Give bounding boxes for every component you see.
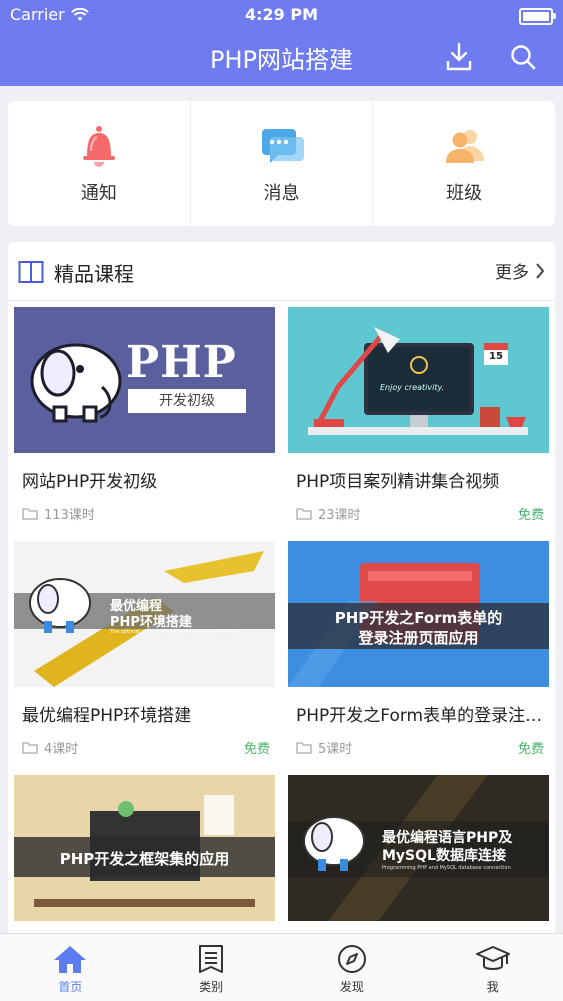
- lesson-count: 4课时: [22, 738, 78, 757]
- course-meta: 113课时: [22, 504, 270, 523]
- thumbnail-line-1: PHP开发之框架集的应用: [59, 850, 230, 868]
- featured-courses-section: 精品课程 更多 PHP 开发初级 网站PHP开发初级 113课时 Enjoy c…: [8, 242, 555, 942]
- more-link[interactable]: 更多: [495, 258, 545, 283]
- free-badge: 免费: [517, 508, 544, 523]
- course-thumbnail: 最优编程语言PHP及 MySQL数据库连接 Programming PHP an…: [288, 775, 549, 921]
- course-card[interactable]: 最优编程 PHP环境搭建 The optimal programming PHP…: [14, 541, 275, 757]
- status-time: 4:29 PM: [244, 5, 318, 24]
- chat-icon: [261, 128, 304, 163]
- thumbnail-subtitle-box: 开发初级: [128, 389, 246, 413]
- quick-item-notification[interactable]: 通知: [8, 101, 190, 226]
- course-meta: 5课时 免费: [296, 738, 544, 757]
- thumbnail-line-1: 最优编程语言PHP及: [382, 830, 513, 846]
- tab-discover[interactable]: 发现: [282, 934, 423, 1001]
- users-icon: [446, 129, 485, 163]
- free-badge: 免费: [243, 742, 270, 757]
- section-header: 精品课程 更多: [8, 242, 555, 301]
- list-icon: [199, 945, 224, 973]
- lesson-count-text: 113课时: [44, 508, 95, 523]
- download-icon: [446, 42, 472, 71]
- lesson-count-text: 23课时: [318, 508, 361, 523]
- course-title: 最优编程PHP环境搭建: [22, 706, 192, 726]
- tab-label: 类别: [199, 980, 224, 994]
- course-title: PHP项目案列精讲集合视频: [296, 472, 500, 492]
- chevron-right-icon: [536, 262, 545, 279]
- folder-icon: [22, 742, 38, 754]
- home-icon: [54, 946, 87, 973]
- search-icon: [511, 45, 536, 70]
- lesson-count: 23课时: [296, 504, 361, 523]
- course-card[interactable]: PHP开发之框架集的应用: [14, 775, 275, 921]
- tab-label: 首页: [58, 980, 83, 994]
- free-badge: 免费: [517, 742, 544, 757]
- course-title: 网站PHP开发初级: [22, 472, 158, 492]
- thumbnail-brand: PHP: [126, 337, 237, 388]
- thumbnail-line-1: PHP开发之Form表单的: [334, 609, 503, 627]
- course-thumbnail: Enjoy creativity. 15: [288, 307, 549, 453]
- quick-label: 通知: [80, 182, 117, 204]
- desk-illustration: [308, 327, 528, 435]
- course-card[interactable]: Enjoy creativity. 15 PHP项目案列精讲集合视频 23课时 …: [288, 307, 549, 523]
- thumbnail-caption: The optimal programming PHP environment …: [110, 629, 238, 635]
- course-card[interactable]: PHP开发之Form表单的 登录注册页面应用 PHP开发之Form表单的登录注册…: [288, 541, 549, 757]
- more-label: 更多: [495, 263, 529, 283]
- course-card[interactable]: PHP 开发初级 网站PHP开发初级 113课时: [14, 307, 275, 523]
- download-button[interactable]: [442, 40, 476, 74]
- page-title: PHP网站搭建: [210, 46, 353, 74]
- lesson-count: 5课时: [296, 738, 352, 757]
- tab-label: 发现: [339, 980, 364, 994]
- thumbnail-line-2: 登录注册页面应用: [358, 629, 479, 647]
- course-title: PHP开发之Form表单的登录注册页面应用: [296, 706, 544, 726]
- quick-label: 班级: [446, 182, 483, 204]
- lesson-count-text: 4课时: [44, 742, 79, 757]
- folder-icon: [296, 508, 312, 520]
- bottom-tab-bar: 首页 类别 发现 我: [0, 933, 563, 1001]
- section-title: 精品课程: [54, 262, 134, 286]
- lesson-count: 113课时: [22, 504, 95, 523]
- app-header: Carrier 4:29 PM PHP网站搭建: [0, 0, 563, 86]
- course-thumbnail: PHP 开发初级: [14, 307, 275, 453]
- course-meta: 4课时 免费: [22, 738, 270, 757]
- course-card[interactable]: 最优编程语言PHP及 MySQL数据库连接 Programming PHP an…: [288, 775, 549, 921]
- quick-label: 消息: [263, 182, 300, 204]
- course-thumbnail: PHP开发之框架集的应用: [14, 775, 275, 921]
- thumbnail-line-2: MySQL数据库连接: [382, 848, 506, 864]
- course-thumbnail: PHP开发之Form表单的 登录注册页面应用: [288, 541, 549, 687]
- quick-actions: 通知 消息 班级: [8, 101, 555, 226]
- tab-me[interactable]: 我: [422, 934, 563, 1001]
- quick-item-class[interactable]: 班级: [372, 101, 555, 226]
- lesson-count-text: 5课时: [318, 742, 353, 757]
- bell-icon: [82, 125, 115, 167]
- folder-icon: [296, 742, 312, 754]
- compass-icon: [337, 945, 366, 973]
- thumbnail-slogan: Enjoy creativity.: [380, 383, 445, 392]
- tab-home[interactable]: 首页: [0, 934, 141, 1001]
- course-thumbnail: 最优编程 PHP环境搭建 The optimal programming PHP…: [14, 541, 275, 687]
- book-icon: [18, 261, 44, 283]
- thumbnail-line-2: PHP环境搭建: [110, 615, 192, 630]
- search-button[interactable]: [506, 40, 540, 74]
- battery-icon: [519, 8, 556, 25]
- course-meta: 23课时 免费: [296, 504, 544, 523]
- quick-item-message[interactable]: 消息: [189, 101, 373, 226]
- tab-label: 我: [486, 980, 499, 994]
- graduation-cap-icon: [475, 946, 510, 970]
- thumbnail-subtitle: 开发初级: [159, 393, 215, 409]
- thumbnail-caption: Programming PHP and MySQL database conne…: [382, 865, 511, 871]
- status-bar: Carrier 4:29 PM: [0, 0, 563, 30]
- folder-icon: [22, 508, 38, 520]
- tab-category[interactable]: 类别: [141, 934, 282, 1001]
- calendar-date: 15: [489, 351, 503, 362]
